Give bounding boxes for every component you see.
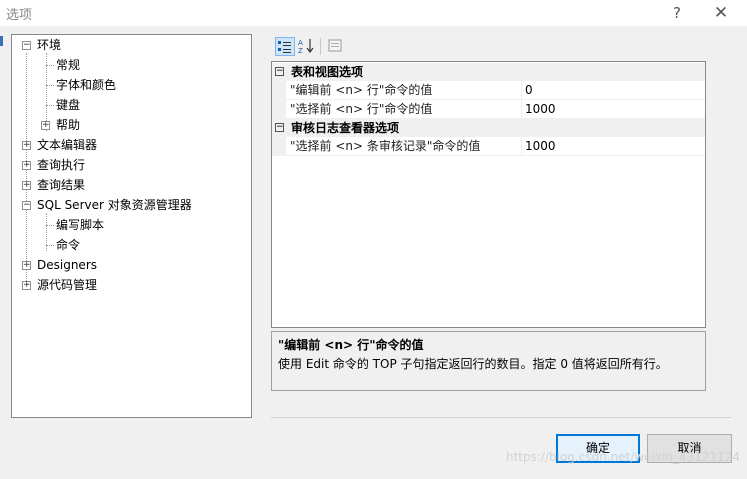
close-button[interactable]: ✕ (708, 2, 734, 24)
expand-icon[interactable]: + (41, 121, 50, 130)
tree-node-label: 环境 (37, 38, 62, 52)
property-row[interactable]: "选择前 <n> 条审核记录"命令的值 1000 (272, 137, 705, 156)
collapse-icon[interactable]: − (22, 201, 31, 210)
expand-icon[interactable]: + (22, 261, 31, 270)
tree-node-label: 键盘 (56, 98, 81, 112)
tree-line (46, 105, 54, 106)
category-table-view-options[interactable]: − 表和视图选项 (272, 63, 705, 81)
svg-text:A: A (298, 39, 303, 47)
description-text: 使用 Edit 命令的 TOP 子句指定返回行的数目。指定 0 值将返回所有行。 (278, 357, 668, 371)
category-label: 表和视图选项 (291, 65, 364, 79)
categorized-button[interactable] (275, 37, 295, 56)
title-bar: 选项 ? ✕ (0, 0, 747, 26)
property-value[interactable]: 0 (525, 81, 533, 100)
tree-node-label: 查询执行 (37, 158, 86, 172)
tree-node-label: 命令 (56, 238, 81, 252)
expand-icon[interactable]: + (22, 181, 31, 190)
alphabetical-button[interactable]: A Z (297, 37, 317, 56)
tree-node-label: 源代码管理 (37, 278, 98, 292)
description-title: "编辑前 <n> 行"命令的值 (278, 338, 424, 352)
tree-line (26, 53, 27, 289)
tree-line (46, 245, 54, 246)
expand-icon[interactable]: + (22, 281, 31, 290)
tree-node-label: SQL Server 对象资源管理器 (37, 198, 192, 212)
expand-icon[interactable]: + (22, 141, 31, 150)
options-tree[interactable]: − 环境 常规 字体和颜色 键盘 + 帮助 + 文本编辑器 + 查询执行 + 查… (11, 34, 252, 418)
property-pages-button[interactable] (326, 37, 346, 56)
categorized-icon (278, 41, 291, 53)
tree-node-label: Designers (37, 258, 97, 272)
property-name: "选择前 <n> 条审核记录"命令的值 (290, 139, 481, 153)
tree-node-label: 帮助 (56, 118, 81, 132)
collapse-icon[interactable]: − (275, 67, 284, 76)
dialog-title: 选项 (6, 8, 33, 23)
tree-line (46, 85, 54, 86)
property-name: "选择前 <n> 行"命令的值 (290, 102, 433, 116)
property-grid[interactable]: − 表和视图选项 "编辑前 <n> 行"命令的值 0 "选择前 <n> 行"命令… (271, 61, 706, 328)
svg-text:Z: Z (298, 47, 303, 54)
property-row[interactable]: "编辑前 <n> 行"命令的值 0 (272, 81, 705, 100)
toolbar-separator (320, 38, 321, 55)
property-value[interactable]: 1000 (525, 100, 556, 119)
divider (271, 417, 731, 418)
tree-node-label: 字体和颜色 (56, 78, 117, 92)
collapse-icon[interactable]: − (275, 123, 284, 132)
tree-line (46, 65, 54, 66)
tree-node-label: 文本编辑器 (37, 138, 98, 152)
edge-mark (0, 36, 3, 46)
tree-node-label: 常规 (56, 58, 81, 72)
alphabetical-icon: A Z (298, 39, 314, 55)
description-panel: "编辑前 <n> 行"命令的值 使用 Edit 命令的 TOP 子句指定返回行的… (271, 331, 706, 391)
property-pages-icon (328, 39, 342, 52)
watermark: https://blog.csdn.net/weixin_43121124 (506, 450, 741, 464)
property-name: "编辑前 <n> 行"命令的值 (290, 83, 433, 97)
category-label: 审核日志查看器选项 (291, 121, 400, 135)
property-row[interactable]: "选择前 <n> 行"命令的值 1000 (272, 100, 705, 119)
property-value[interactable]: 1000 (525, 137, 556, 156)
tree-node-label: 编写脚本 (56, 218, 105, 232)
help-button[interactable]: ? (664, 2, 690, 24)
tree-line (46, 225, 54, 226)
tree-node-label: 查询结果 (37, 178, 86, 192)
expand-icon[interactable]: + (22, 161, 31, 170)
category-audit-log-viewer-options[interactable]: − 审核日志查看器选项 (272, 119, 705, 137)
collapse-icon[interactable]: − (22, 41, 31, 50)
